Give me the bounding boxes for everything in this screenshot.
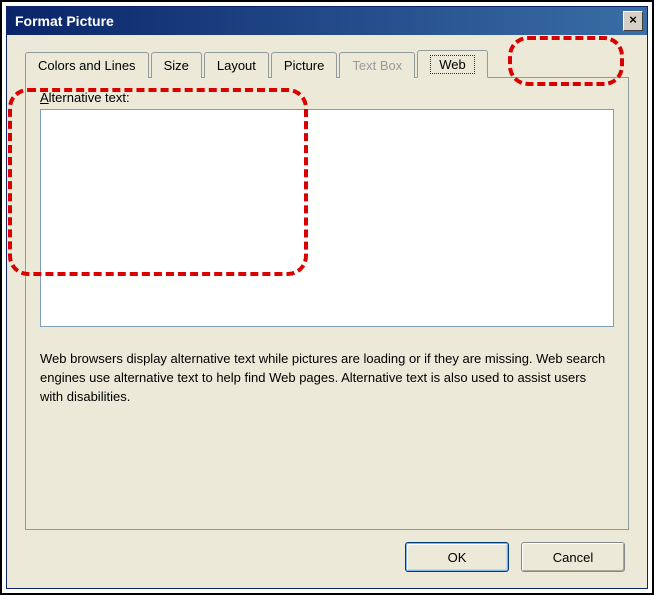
titlebar: Format Picture × bbox=[7, 7, 647, 35]
dialog-buttons: OK Cancel bbox=[405, 542, 625, 572]
cancel-button[interactable]: Cancel bbox=[521, 542, 625, 572]
tab-panel: Alternative text: Web browsers display a… bbox=[25, 77, 629, 530]
mnemonic-char: A bbox=[40, 90, 49, 105]
client-area: Colors and Lines Size Layout Picture Tex… bbox=[7, 35, 647, 588]
tab-label: Layout bbox=[217, 58, 256, 73]
ok-button[interactable]: OK bbox=[405, 542, 509, 572]
close-button[interactable]: × bbox=[623, 11, 643, 31]
tab-label: Colors and Lines bbox=[38, 58, 136, 73]
label-rest: lternative text: bbox=[49, 90, 130, 105]
tab-layout[interactable]: Layout bbox=[204, 52, 269, 78]
tab-label: Size bbox=[164, 58, 189, 73]
alt-text-label: Alternative text: bbox=[40, 90, 614, 105]
window-title: Format Picture bbox=[15, 13, 623, 29]
close-icon: × bbox=[629, 12, 637, 27]
tab-text-box: Text Box bbox=[339, 52, 415, 78]
tab-strip: Colors and Lines Size Layout Picture Tex… bbox=[25, 49, 629, 77]
alt-text-input[interactable] bbox=[40, 109, 614, 327]
tab-colors-and-lines[interactable]: Colors and Lines bbox=[25, 52, 149, 78]
dialog-window: Format Picture × Colors and Lines Size L… bbox=[6, 6, 648, 589]
tab-label: Text Box bbox=[352, 58, 402, 73]
panel-content: Alternative text: Web browsers display a… bbox=[40, 90, 614, 515]
tab-size[interactable]: Size bbox=[151, 52, 202, 78]
tab-web[interactable]: Web bbox=[417, 50, 488, 78]
tab-label: Web bbox=[430, 55, 475, 74]
tab-picture[interactable]: Picture bbox=[271, 52, 337, 78]
tab-label: Picture bbox=[284, 58, 324, 73]
help-text: Web browsers display alternative text wh… bbox=[40, 350, 614, 407]
